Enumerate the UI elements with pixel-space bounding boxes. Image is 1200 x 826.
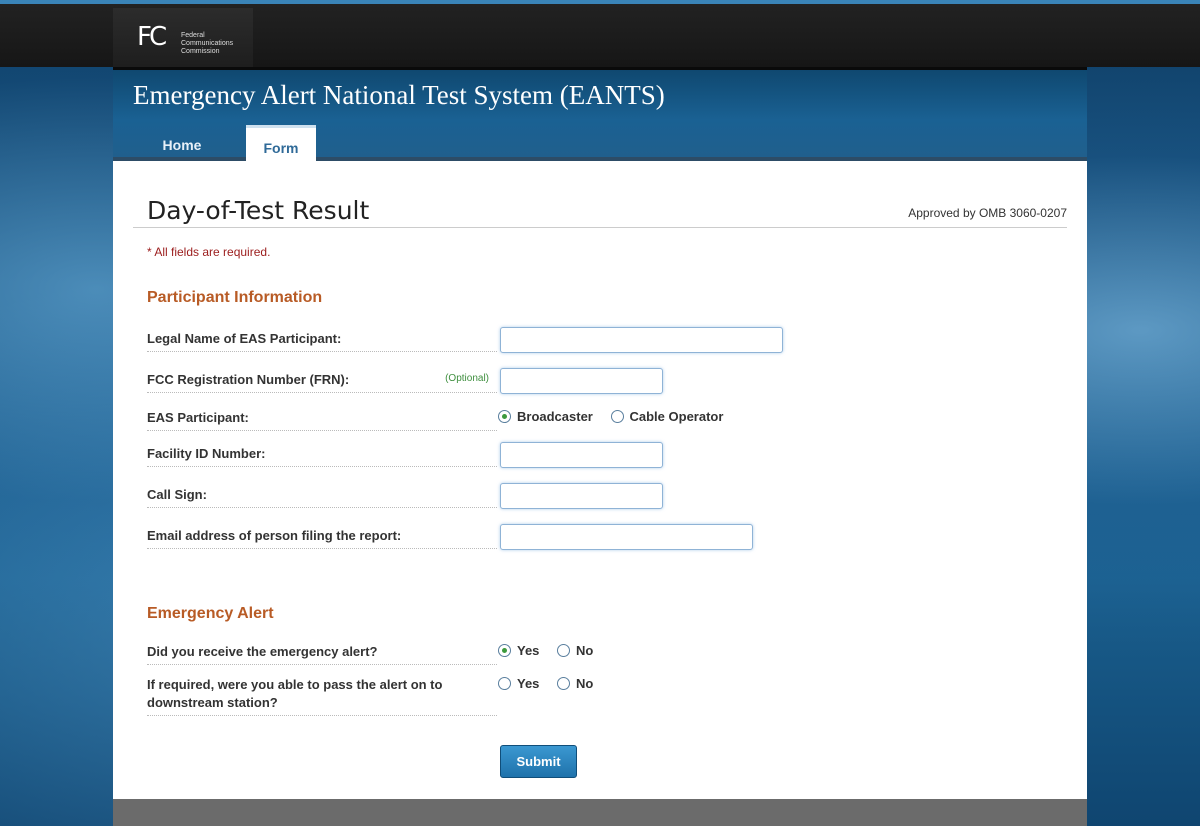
legal-name-label: Legal Name of EAS Participant: — [147, 330, 497, 352]
eas-participant-label: EAS Participant: — [147, 409, 497, 431]
legal-name-input[interactable] — [500, 327, 783, 353]
received-alert-label: Did you receive the emergency alert? — [147, 643, 497, 665]
radio-received-yes-dot[interactable] — [498, 644, 511, 657]
frn-input[interactable] — [500, 368, 663, 394]
radio-pass-no[interactable]: No — [557, 676, 593, 691]
fcc-logo-agency: Federal Communications Commission — [181, 32, 234, 55]
participant-section-heading: Participant Information — [147, 289, 323, 306]
page-title: Day-of-Test Result — [147, 196, 370, 225]
radio-pass-no-label: No — [576, 676, 594, 691]
radio-cable-operator-dot[interactable] — [610, 410, 624, 423]
site-banner: Emergency Alert National Test System (EA… — [113, 67, 1087, 164]
alert-section-heading: Emergency Alert — [147, 605, 274, 622]
main-content: Day-of-Test Result Approved by OMB 3060-… — [113, 161, 1087, 799]
radio-broadcaster[interactable]: Broadcaster — [498, 409, 593, 424]
radio-received-yes[interactable]: Yes — [498, 643, 539, 658]
radio-broadcaster-dot[interactable] — [498, 410, 511, 423]
radio-received-no-label: No — [576, 643, 594, 658]
tab-home[interactable]: Home — [133, 128, 231, 163]
radio-pass-yes-dot[interactable] — [498, 677, 511, 690]
fcc-logo-mark: FC — [137, 22, 167, 52]
email-input[interactable] — [500, 524, 753, 550]
fcc-logo[interactable]: FC Federal Communications Commission — [113, 8, 253, 71]
facility-id-input[interactable] — [500, 442, 663, 468]
radio-pass-yes-label: Yes — [517, 676, 540, 691]
radio-received-no[interactable]: No — [557, 643, 593, 658]
frn-label: FCC Registration Number (FRN): — [147, 372, 350, 387]
eas-participant-radio-group: Broadcaster Cable Operator — [498, 409, 737, 426]
email-label: Email address of person filing the repor… — [147, 527, 497, 549]
radio-received-no-dot[interactable] — [557, 644, 571, 657]
call-sign-input[interactable] — [500, 483, 663, 509]
footer-bar — [113, 799, 1087, 826]
pass-alert-radio-group: Yes No — [498, 676, 607, 693]
frn-optional-tag: (Optional) — [445, 373, 489, 384]
received-alert-radio-group: Yes No — [498, 643, 607, 660]
facility-id-label: Facility ID Number: — [147, 445, 497, 467]
radio-cable-operator-label: Cable Operator — [629, 409, 724, 424]
radio-received-yes-label: Yes — [517, 643, 540, 658]
call-sign-label: Call Sign: — [147, 486, 497, 508]
site-title: Emergency Alert National Test System (EA… — [133, 80, 665, 110]
radio-pass-yes[interactable]: Yes — [498, 676, 539, 691]
top-bar: FC Federal Communications Commission — [0, 0, 1200, 71]
radio-broadcaster-label: Broadcaster — [517, 409, 593, 424]
tab-form[interactable]: Form — [246, 125, 316, 163]
title-divider — [133, 227, 1067, 228]
omb-approval: Approved by OMB 3060-0207 — [908, 206, 1067, 220]
radio-pass-no-dot[interactable] — [557, 677, 571, 690]
radio-cable-operator[interactable]: Cable Operator — [610, 409, 724, 424]
pass-alert-label: If required, were you able to pass the a… — [147, 676, 497, 716]
submit-button[interactable]: Submit — [500, 745, 577, 778]
frn-row-label: FCC Registration Number (FRN): (Optional… — [147, 371, 497, 393]
required-note: * All fields are required. — [147, 245, 271, 259]
